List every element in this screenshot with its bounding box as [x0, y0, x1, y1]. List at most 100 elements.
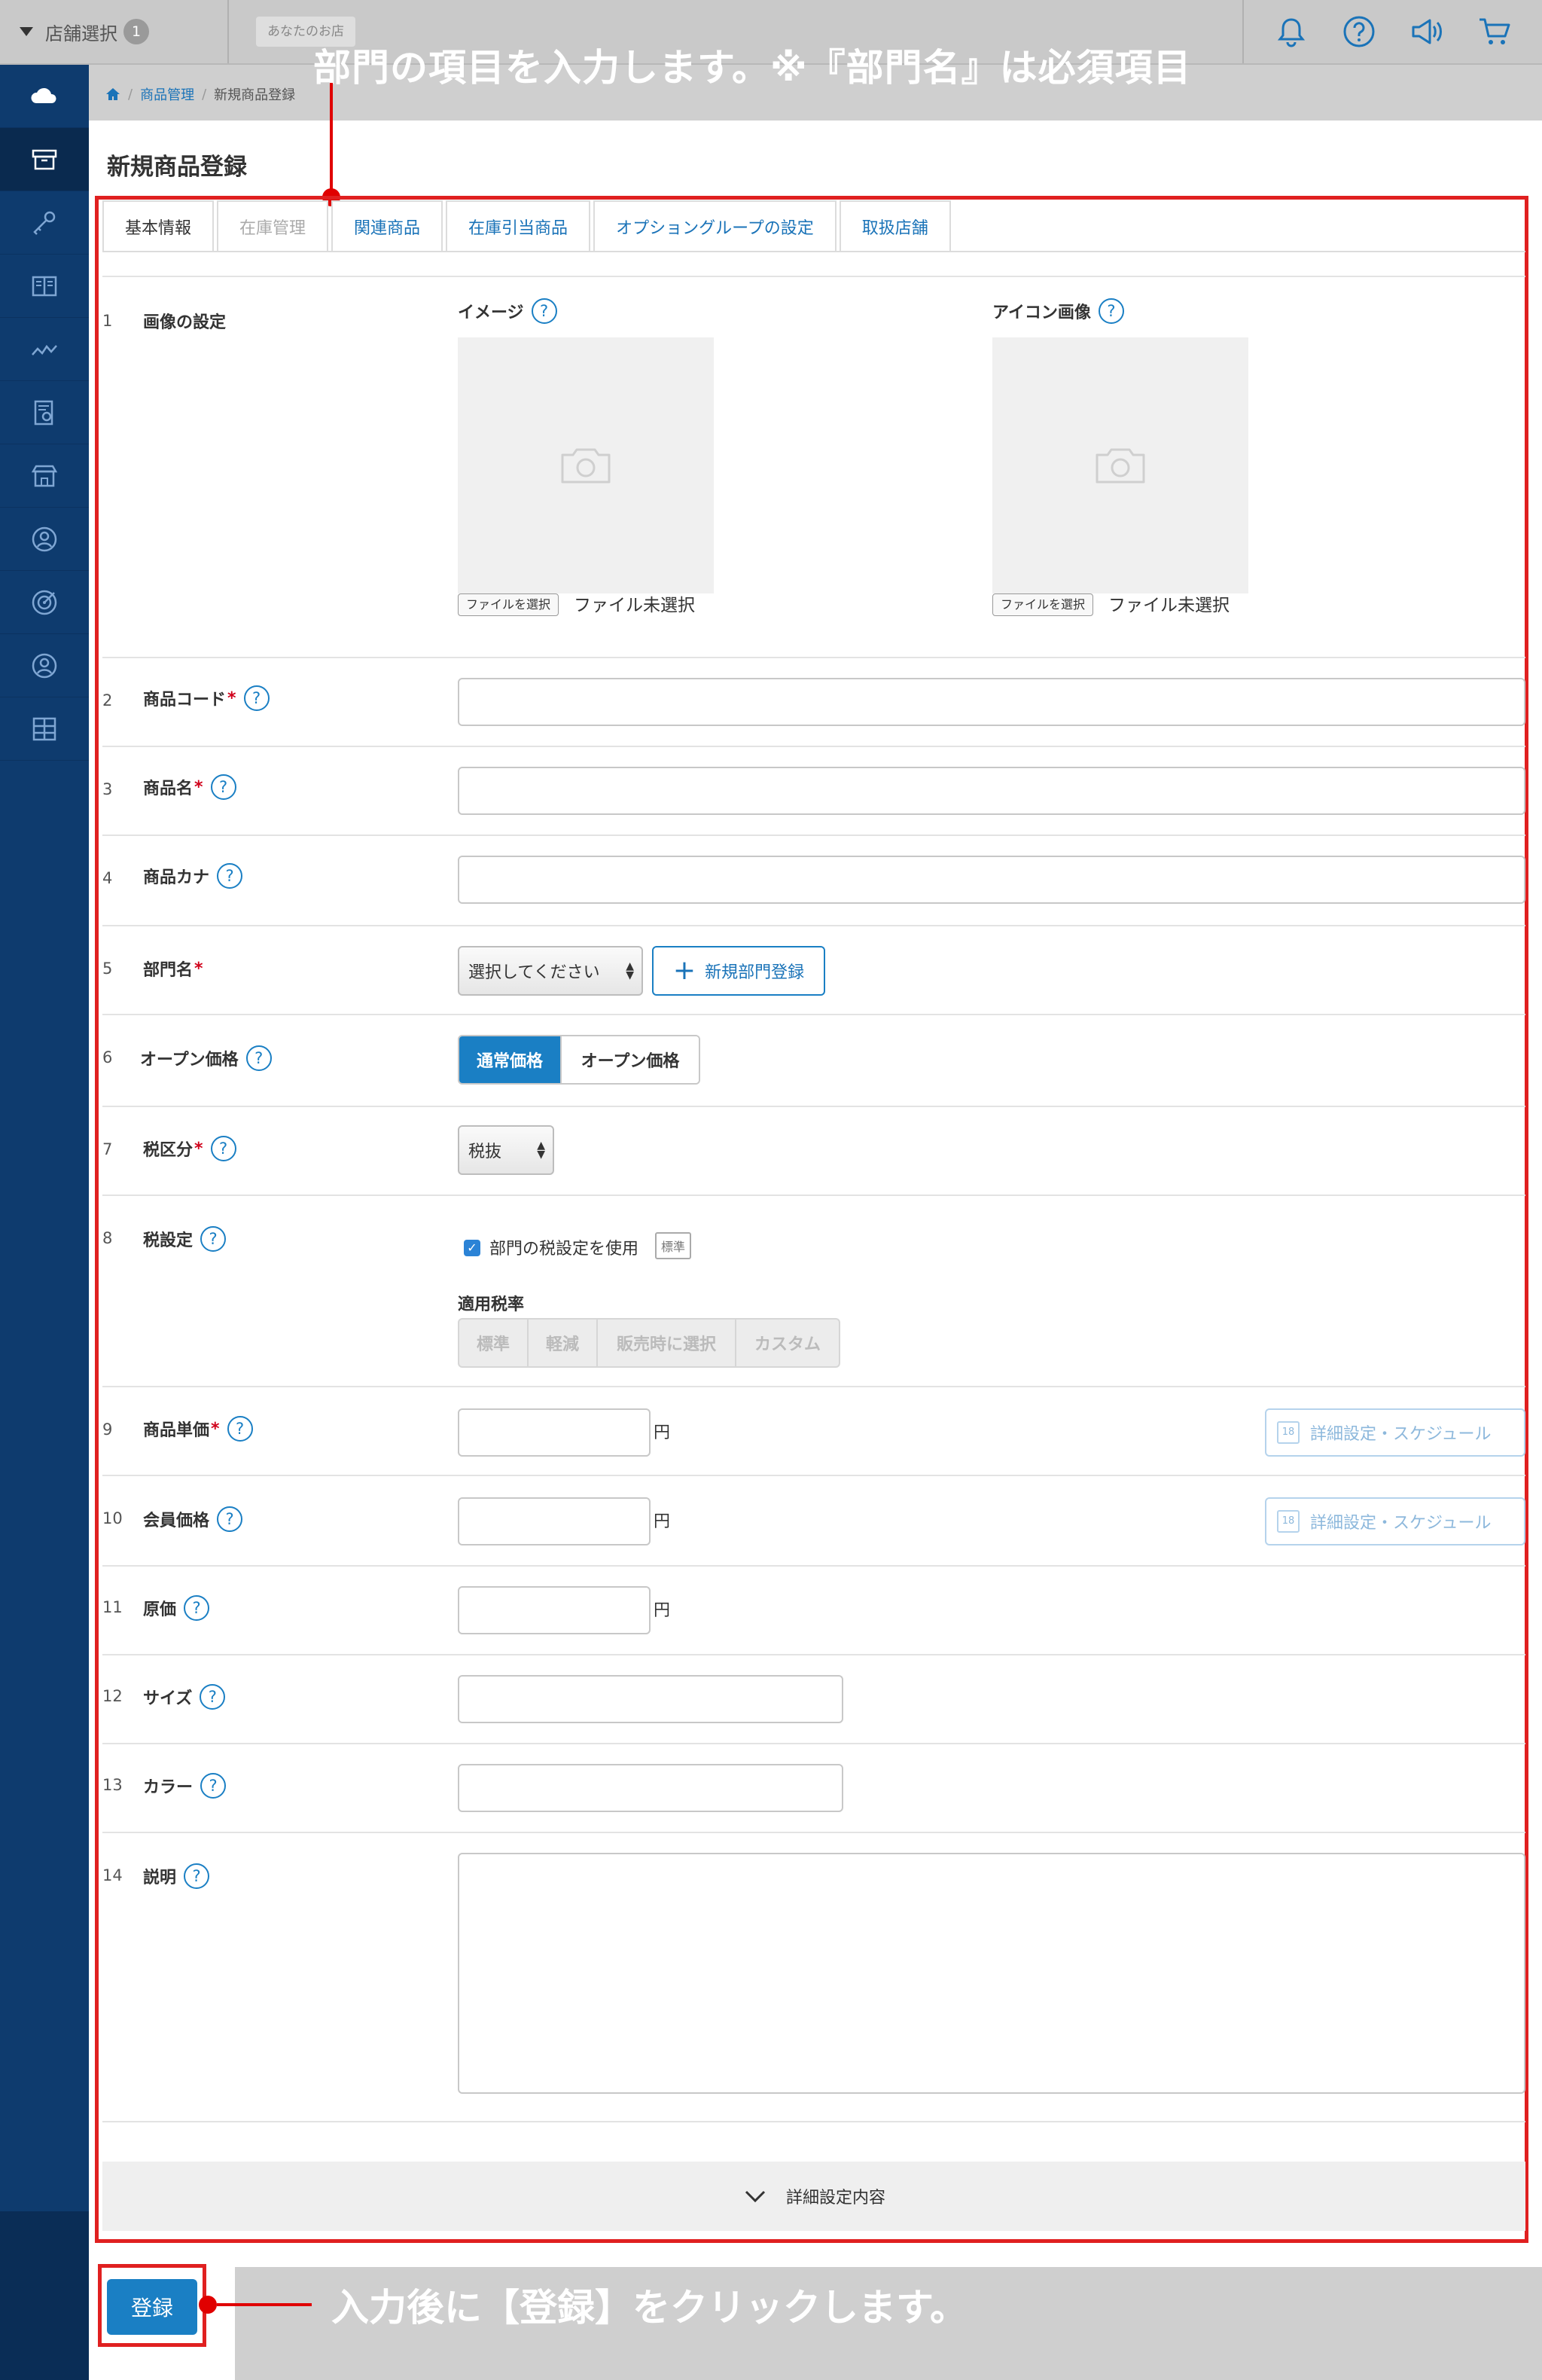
- annotation-top-line: [330, 83, 333, 197]
- sidebar-item-analytics[interactable]: [0, 318, 89, 381]
- unit-price-input[interactable]: [458, 1408, 651, 1457]
- register-button[interactable]: 登録: [107, 2279, 197, 2335]
- schedule-button-label: 詳細設定・スケジュール: [1310, 1425, 1492, 1444]
- customer-icon: [32, 653, 57, 678]
- cart-icon[interactable]: [1476, 14, 1513, 50]
- open-price-option[interactable]: オープン価格: [560, 1036, 699, 1083]
- label-tax-setting: 税設定?: [143, 1226, 227, 1252]
- breadcrumb-current: 新規商品登録: [214, 87, 296, 103]
- label-color: カラー?: [143, 1773, 227, 1799]
- help-icon[interactable]: ?: [200, 1226, 227, 1252]
- advanced-settings-label: 詳細設定内容: [785, 2189, 885, 2208]
- tab-bar: 基本情報 在庫管理 関連商品 在庫引当商品 オプショングループの設定 取扱店舗: [102, 200, 954, 252]
- row-number: 7: [102, 1140, 113, 1158]
- product-name-input[interactable]: [458, 767, 1525, 815]
- help-icon[interactable]: ?: [531, 298, 557, 324]
- member-price-schedule-button[interactable]: 18 詳細設定・スケジュール: [1265, 1497, 1525, 1545]
- row-label-text: 税設定: [143, 1231, 194, 1250]
- help-icon[interactable]: ?: [184, 1595, 210, 1621]
- icon-image-label: アイコン画像: [992, 304, 1091, 322]
- sidebar-item-apps[interactable]: [0, 697, 89, 761]
- help-icon[interactable]: ?: [200, 1684, 226, 1710]
- size-input[interactable]: [458, 1675, 843, 1723]
- icon-file-button[interactable]: ファイルを選択: [992, 593, 1094, 616]
- label-product-name: 商品名 *?: [143, 774, 236, 800]
- help-icon[interactable]: ?: [184, 1863, 210, 1889]
- sidebar-item-staff[interactable]: [0, 508, 89, 571]
- select-arrows-icon: ▲ ▼: [626, 960, 634, 981]
- help-icon[interactable]: ?: [217, 863, 243, 889]
- row-divider: [102, 1475, 1525, 1476]
- sidebar-item-products[interactable]: [0, 128, 89, 191]
- tab-stock-allocation[interactable]: 在庫引当商品: [446, 200, 591, 252]
- member-price-input[interactable]: [458, 1497, 651, 1545]
- required-mark: *: [194, 959, 203, 978]
- bell-icon[interactable]: [1273, 14, 1309, 50]
- megaphone-icon[interactable]: [1409, 14, 1445, 50]
- help-icon[interactable]: ?: [243, 685, 270, 711]
- cost-input[interactable]: [458, 1586, 651, 1634]
- help-icon[interactable]: ?: [227, 1416, 253, 1442]
- label-size: サイズ?: [143, 1684, 226, 1710]
- row-divider: [102, 276, 1525, 277]
- tab-related-products[interactable]: 関連商品: [331, 200, 443, 252]
- sidebar-item-key[interactable]: [0, 191, 89, 255]
- home-icon[interactable]: [105, 87, 120, 102]
- label-product-code: 商品コード *?: [143, 685, 270, 711]
- chevron-down-icon: [745, 2190, 766, 2203]
- help-icon[interactable]: ?: [210, 1136, 236, 1161]
- breadcrumb-link-products[interactable]: 商品管理: [140, 84, 194, 104]
- key-icon: [33, 211, 56, 235]
- row-divider: [102, 657, 1525, 658]
- help-icon[interactable]: ?: [210, 774, 236, 800]
- tax-class-select[interactable]: 税抜 ▲ ▼: [458, 1125, 554, 1175]
- unit-price-schedule-button[interactable]: 18 詳細設定・スケジュール: [1265, 1408, 1525, 1457]
- help-icon[interactable]: ?: [200, 1773, 227, 1799]
- row-number: 9: [102, 1420, 113, 1439]
- advanced-settings-toggle[interactable]: 詳細設定内容: [102, 2162, 1525, 2231]
- use-department-tax-checkbox[interactable]: ✓: [464, 1240, 480, 1256]
- image-preview: [458, 337, 714, 593]
- sidebar-item-store[interactable]: [0, 444, 89, 508]
- tax-rate-reduced: 軽減: [529, 1320, 598, 1366]
- normal-price-option[interactable]: 通常価格: [459, 1036, 560, 1083]
- sidebar-item-customers[interactable]: [0, 634, 89, 697]
- row-number: 11: [102, 1598, 123, 1616]
- unit-yen: 円: [654, 1512, 671, 1531]
- caret-down-icon: [20, 27, 33, 36]
- help-icon[interactable]: ?: [217, 1506, 243, 1532]
- tab-stores[interactable]: 取扱店舗: [839, 200, 951, 252]
- product-code-input[interactable]: [458, 678, 1525, 726]
- description-textarea[interactable]: [458, 1853, 1525, 2094]
- sidebar-item-reports[interactable]: [0, 381, 89, 444]
- store-select-dropdown[interactable]: 店舗選択 1: [0, 0, 229, 63]
- breadcrumb: / 商品管理 / 新規商品登録: [105, 84, 295, 104]
- schedule-button-label: 詳細設定・スケジュール: [1310, 1514, 1492, 1533]
- row-number: 5: [102, 960, 113, 978]
- color-input[interactable]: [458, 1764, 843, 1812]
- sidebar-item-cloud[interactable]: [0, 65, 89, 128]
- image-file-button[interactable]: ファイルを選択: [458, 593, 559, 616]
- new-department-button[interactable]: + 新規部門登録: [652, 946, 825, 996]
- tab-basic-info[interactable]: 基本情報: [102, 200, 215, 252]
- help-icon[interactable]: ?: [1098, 298, 1124, 324]
- tax-rate-standard: 標準: [459, 1320, 529, 1366]
- tax-class-select-value: 税抜: [468, 1143, 502, 1161]
- required-mark: *: [194, 1139, 203, 1158]
- row-label-text: 商品コード: [143, 691, 227, 709]
- department-select[interactable]: 選択してください ▲ ▼: [458, 946, 643, 996]
- sidebar-item-book[interactable]: [0, 255, 89, 318]
- tab-option-groups[interactable]: オプショングループの設定: [593, 200, 837, 252]
- annotation-bottom-line: [217, 2303, 312, 2306]
- sidebar-item-target[interactable]: [0, 571, 89, 634]
- row-label-text: 説明: [143, 1869, 177, 1887]
- label-image-settings: 画像の設定: [143, 309, 226, 333]
- help-icon[interactable]: [1341, 14, 1377, 50]
- row-label-text: サイズ: [143, 1689, 193, 1708]
- product-kana-input[interactable]: [458, 856, 1525, 904]
- row-number: 3: [102, 780, 113, 798]
- target-icon: [32, 590, 57, 615]
- required-mark: *: [227, 688, 236, 708]
- image-file-status: ファイル未選択: [574, 596, 695, 615]
- help-icon[interactable]: ?: [245, 1045, 272, 1071]
